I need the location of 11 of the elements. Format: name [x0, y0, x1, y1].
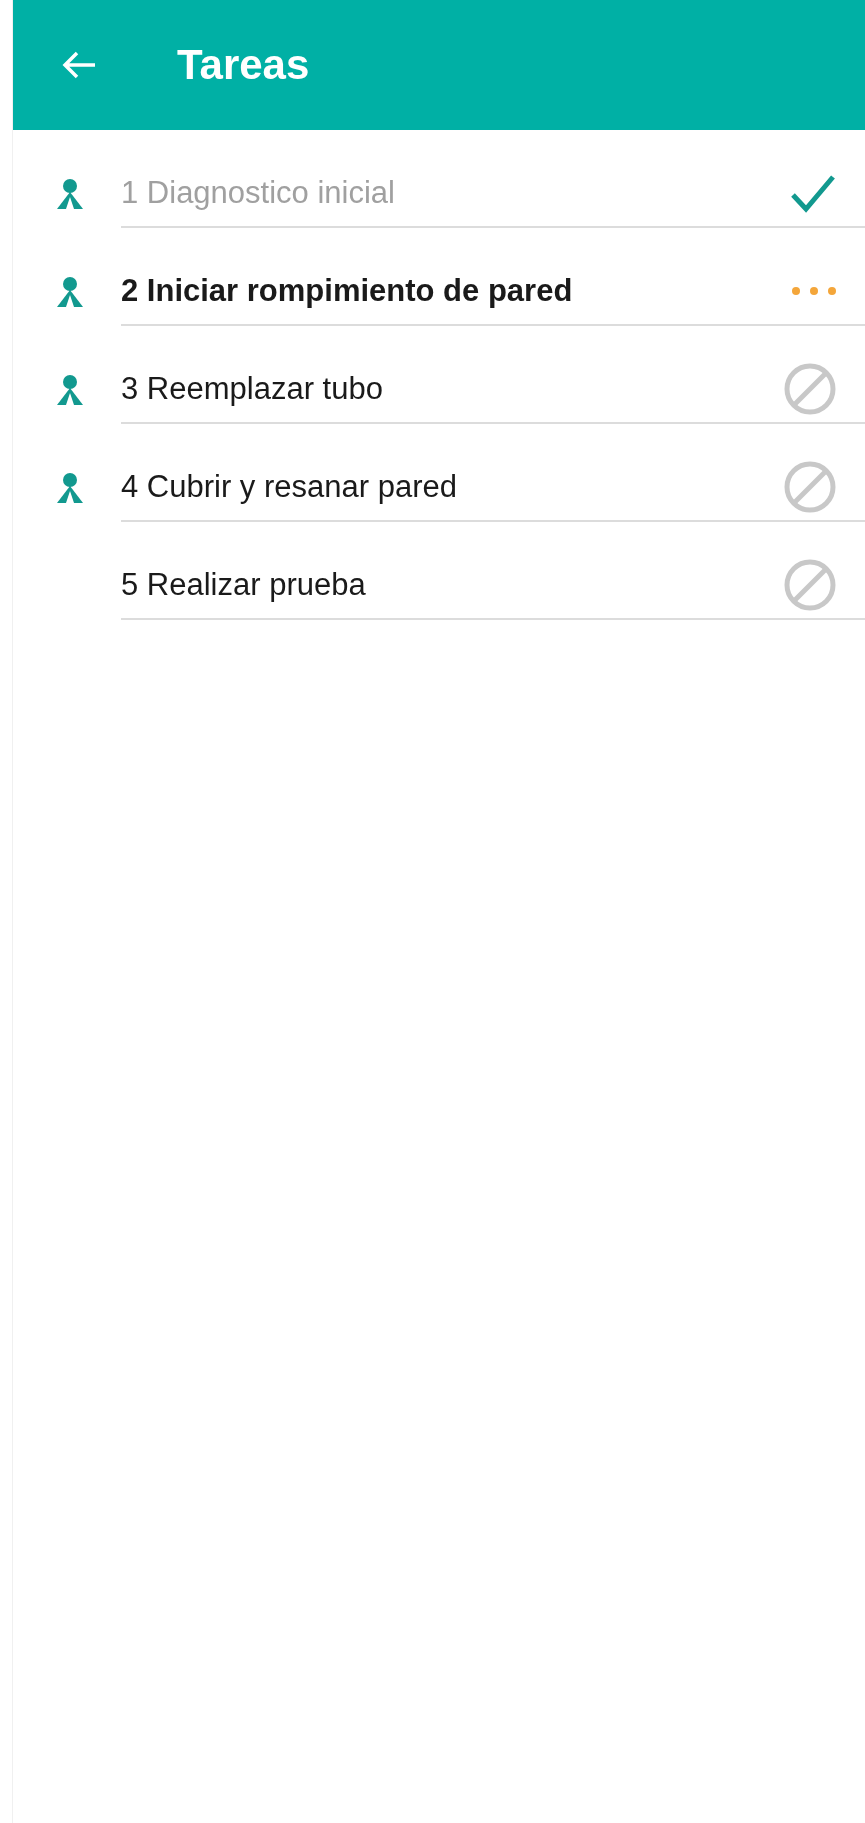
task-item[interactable]: 4 Cubrir y resanar pared — [121, 424, 865, 522]
task-label: 1 Diagnostico inicial — [121, 175, 395, 211]
task-label: 2 Iniciar rompimiento de pared — [121, 273, 573, 309]
task-item[interactable]: 5 Realizar prueba — [121, 522, 865, 620]
task-label: 3 Reemplazar tubo — [121, 371, 383, 407]
back-arrow-icon — [61, 50, 97, 80]
task-label: 5 Realizar prueba — [121, 567, 366, 603]
screen-title: Tareas — [177, 41, 310, 89]
task-item[interactable]: 2 Iniciar rompimiento de pared — [121, 228, 865, 326]
task-label: 4 Cubrir y resanar pared — [121, 469, 457, 505]
task-item[interactable]: 3 Reemplazar tubo — [121, 326, 865, 424]
